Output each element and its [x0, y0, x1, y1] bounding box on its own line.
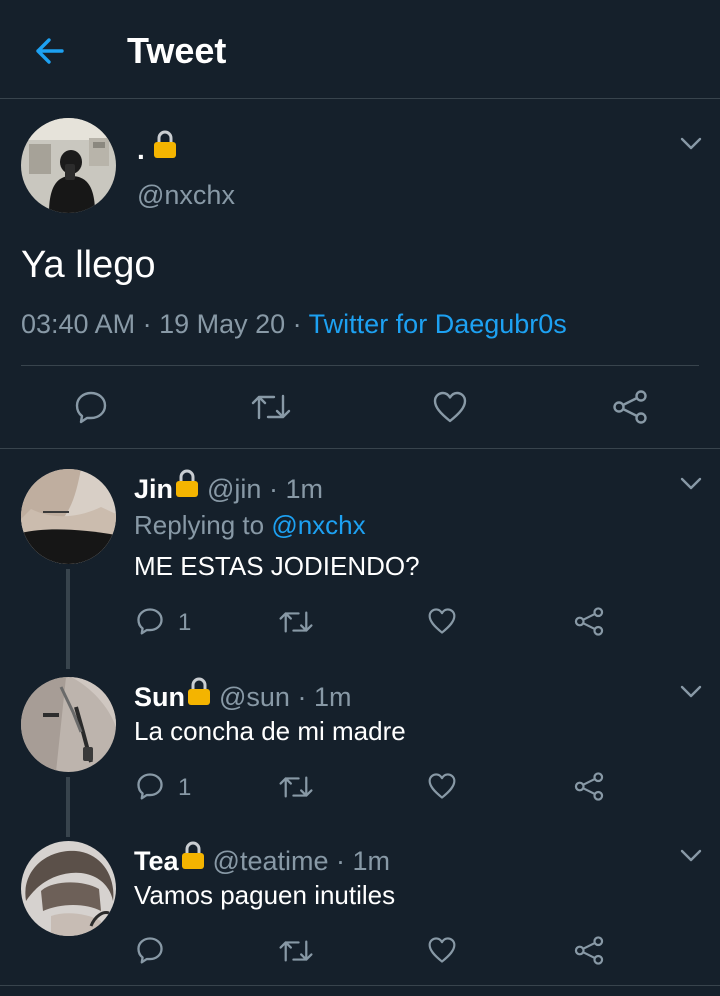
reply-time: 1m [285, 474, 323, 504]
handle[interactable]: @jin [207, 474, 261, 504]
chevron-down-icon[interactable] [680, 685, 702, 699]
retweet-icon[interactable] [278, 609, 314, 635]
meta-separator: · [285, 309, 309, 339]
handle[interactable]: @nxchx [137, 179, 235, 211]
avatar[interactable] [21, 118, 116, 213]
reply-time: 1m [313, 682, 352, 712]
retweet-icon[interactable] [250, 392, 292, 422]
replying-to: Replying to @nxchx [134, 509, 366, 541]
like-icon[interactable] [432, 390, 468, 424]
avatar[interactable] [21, 841, 116, 936]
share-icon[interactable] [611, 389, 649, 425]
reply-count: 1 [178, 774, 192, 801]
reply-icon[interactable] [136, 607, 164, 635]
thread-line [66, 569, 70, 669]
reply-icon[interactable] [136, 936, 164, 964]
retweet-icon[interactable] [278, 774, 314, 800]
reply-tweet[interactable]: Jin @jin · 1m Replying to @nxchx ME ESTAS… [0, 449, 720, 669]
chevron-down-icon[interactable] [680, 849, 702, 863]
top-bar: Tweet [0, 0, 720, 99]
display-name-text: . [137, 134, 145, 165]
reply-text: ME ESTAS JODIENDO? [134, 551, 420, 581]
like-icon[interactable] [427, 936, 457, 964]
meta-separator: · [135, 309, 160, 339]
retweet-icon[interactable] [278, 938, 314, 964]
like-icon[interactable] [427, 607, 457, 635]
chevron-down-icon[interactable] [680, 477, 702, 491]
lock-icon [181, 841, 204, 869]
tweet-date: 19 May 20 [159, 309, 286, 339]
reply-text: Vamos paguen inutiles [134, 880, 396, 910]
display-name[interactable]: Jin [134, 474, 173, 504]
main-tweet[interactable]: . @nxchx Ya llego 03:40 AM · 19 May 20 ·… [0, 99, 720, 449]
replying-to-label: Replying to [134, 510, 272, 540]
reply-header: Sun @sun · 1m [134, 676, 351, 713]
reply-header: Tea @teatime · 1m [134, 840, 390, 877]
reply-icon[interactable] [136, 772, 164, 800]
avatar[interactable] [21, 677, 116, 772]
lock-icon [188, 677, 210, 705]
like-icon[interactable] [427, 772, 457, 800]
divider [0, 985, 720, 986]
reply-tweet[interactable]: Tea @teatime · 1m Vamos paguen inutiles [0, 821, 720, 985]
display-name[interactable]: Sun [134, 682, 185, 712]
tweet-meta: 03:40 AM · 19 May 20 · Twitter for Daegu… [21, 307, 567, 341]
reply-tweet[interactable]: Sun @sun · 1m La concha de mi madre 1 [0, 657, 720, 837]
display-name[interactable]: Tea [134, 846, 179, 876]
reply-header: Jin @jin · 1m [134, 468, 323, 505]
display-name[interactable]: . [137, 129, 177, 167]
tweet-text: Ya llego [21, 244, 156, 286]
tweet-source[interactable]: Twitter for Daegubr0s [309, 309, 567, 339]
reply-count: 1 [178, 609, 192, 636]
page-title: Tweet [127, 30, 227, 71]
meta-separator: · [261, 474, 286, 504]
meta-separator: · [289, 682, 314, 712]
reply-time: 1m [352, 846, 390, 876]
handle[interactable]: @sun [219, 682, 290, 712]
divider [21, 365, 699, 366]
share-icon[interactable] [573, 935, 605, 966]
chevron-down-icon[interactable] [680, 137, 702, 151]
handle[interactable]: @teatime [213, 846, 329, 876]
reply-icon[interactable] [74, 390, 108, 424]
share-icon[interactable] [573, 606, 605, 637]
replying-to-handle[interactable]: @nxchx [271, 510, 365, 540]
tweet-time: 03:40 AM [21, 309, 136, 339]
meta-separator: · [328, 846, 353, 876]
share-icon[interactable] [573, 771, 605, 802]
avatar[interactable] [21, 469, 116, 564]
back-arrow-icon[interactable] [30, 32, 68, 70]
lock-icon [176, 469, 199, 497]
reply-text: La concha de mi madre [134, 716, 406, 746]
lock-icon [153, 130, 176, 158]
